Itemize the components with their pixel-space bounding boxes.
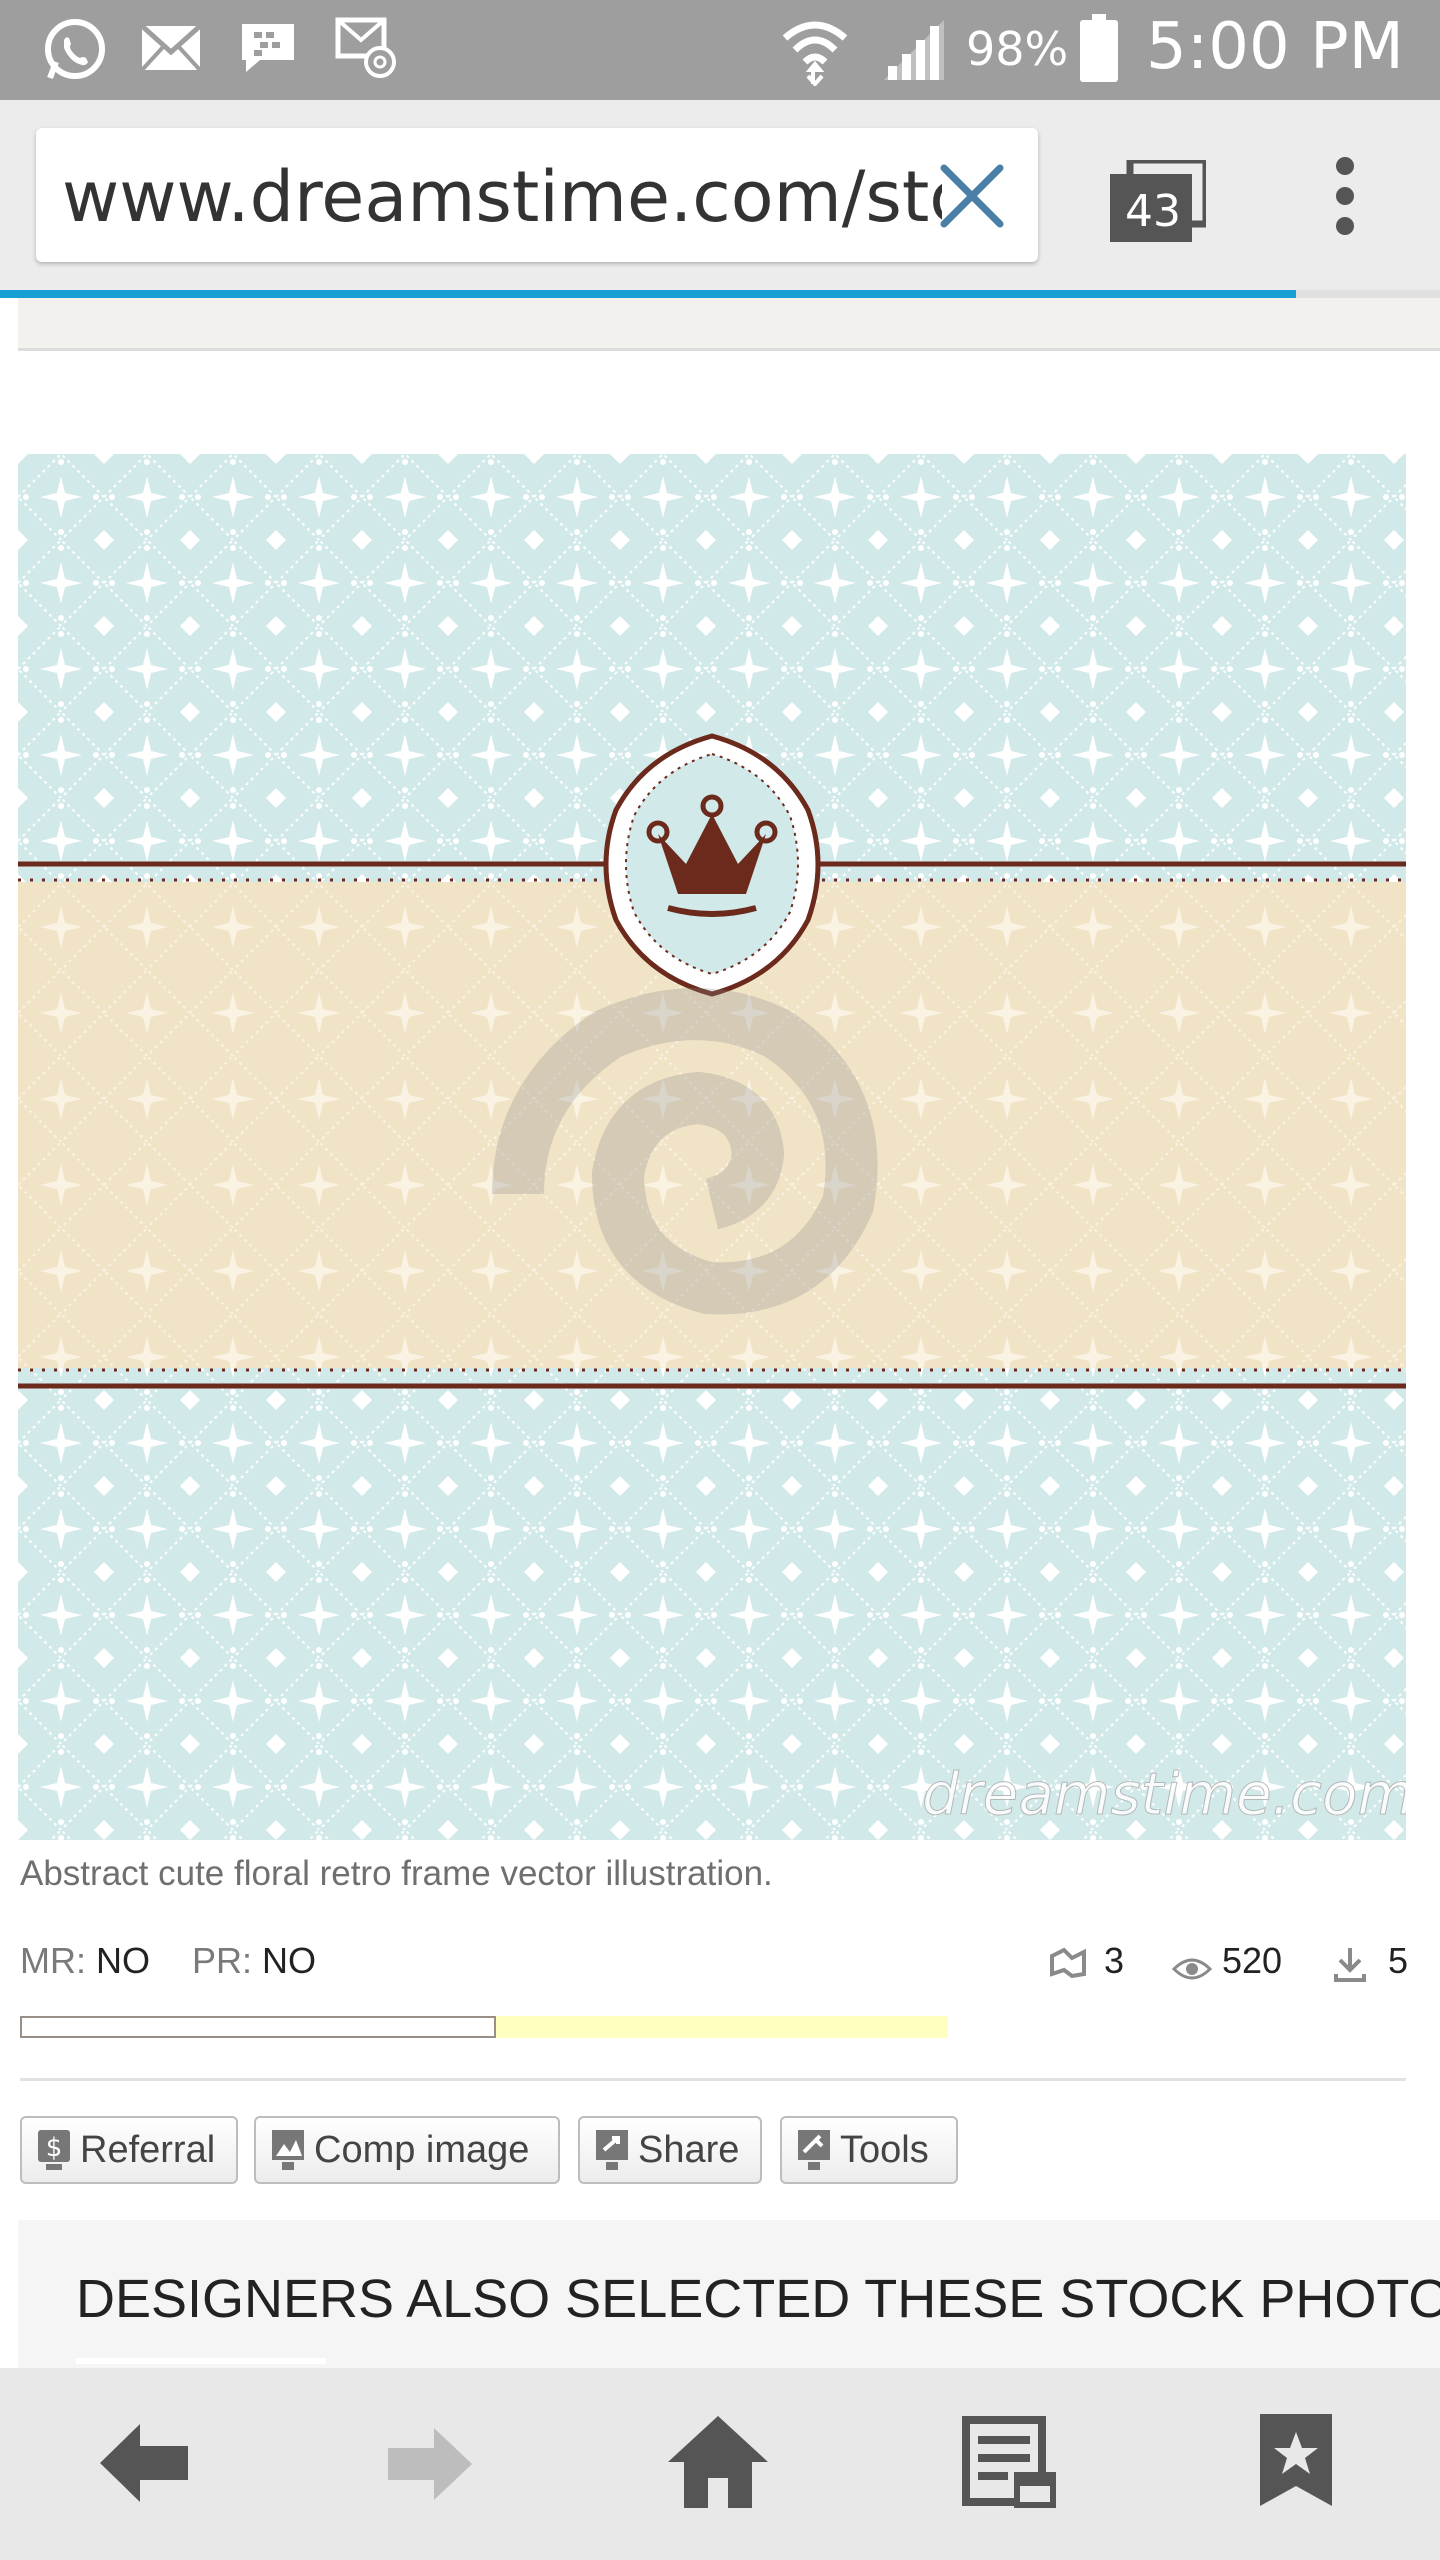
tab-count: 43 [1125,186,1181,237]
browser-bottom-bar [0,2368,1440,2560]
mr-label: MR: [20,1940,86,1981]
battery-icon [1080,14,1118,86]
referral-icon: $ [38,2130,70,2170]
mr-value: NO [96,1940,151,1981]
share-icon [596,2130,628,2170]
browser-toolbar: www.dreamstime.com/stc 43 [0,100,1440,298]
whatsapp-icon [42,16,108,86]
image-caption: Abstract cute floral retro frame vector … [20,1854,773,1893]
similar-count: 3 [1104,1940,1125,1981]
views-icon [1171,1950,1213,1992]
tools-button[interactable]: Tools [780,2116,958,2184]
property-release: PR: NO [192,1940,316,1982]
url-field[interactable]: www.dreamstime.com/stc [36,128,1038,262]
back-icon[interactable] [96,2418,192,2512]
mail-at-icon [334,16,400,84]
share-button[interactable]: Share [578,2116,762,2184]
referral-label: Referral [80,2128,216,2171]
bookmarks-icon[interactable] [1256,2410,1336,2514]
similar-icon [1048,1946,1088,1989]
comp-image-icon [272,2130,304,2170]
tools-icon [798,2130,830,2170]
referral-button[interactable]: $ Referral [20,2116,238,2184]
url-text[interactable]: www.dreamstime.com/stc [62,156,942,238]
comp-image-button[interactable]: Comp image [254,2116,560,2184]
progress-fill [0,290,1296,298]
wifi-icon [780,14,850,90]
watermark-text: dreamstime.com [922,1760,1406,1828]
page-load-progress [0,290,1440,298]
designers-also-selected-section: DESIGNERS ALSO SELECTED THESE STOCK PHOT… [18,2220,1440,2370]
close-icon[interactable] [934,158,1010,238]
email-icon [140,24,202,76]
rating-bar-empty [20,2016,496,2038]
forward-icon[interactable] [384,2422,476,2510]
comp-image-label: Comp image [314,2128,530,2171]
signal-icon [880,16,948,86]
section-underline [76,2358,326,2364]
bbm-icon [238,20,298,80]
tools-label: Tools [840,2128,929,2171]
pr-value: NO [262,1940,317,1981]
divider [20,2078,1406,2081]
svg-text:$: $ [46,2133,63,2163]
page-header-strip [18,298,1440,351]
clock: 5:00 PM [1146,10,1404,84]
share-label: Share [638,2128,740,2171]
downloads-count: 5 [1388,1940,1409,1981]
status-bar: 98% 5:00 PM [0,0,1440,100]
section-title: DESIGNERS ALSO SELECTED THESE STOCK PHOT… [76,2269,1440,2329]
overflow-menu-button[interactable] [1330,156,1360,240]
pr-label: PR: [192,1940,253,1981]
stock-image[interactable]: dreamstime.com [18,454,1414,1840]
views-count: 520 [1222,1940,1283,1981]
tabs-button[interactable]: 43 [1110,156,1210,246]
reader-icon[interactable] [962,2416,1060,2516]
home-icon[interactable] [664,2412,772,2516]
model-release: MR: NO [20,1940,150,1982]
rating-bar-highlight [496,2016,948,2038]
battery-percentage: 98% [966,22,1069,76]
downloads-icon [1332,1944,1368,1993]
